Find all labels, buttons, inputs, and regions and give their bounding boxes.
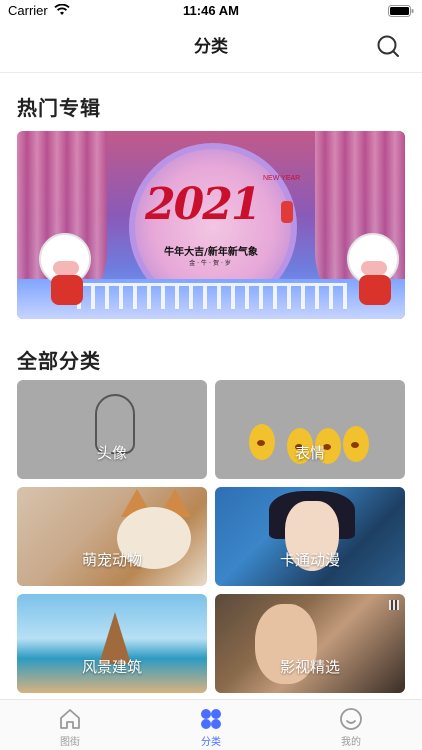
search-icon bbox=[377, 35, 399, 57]
home-icon bbox=[60, 709, 80, 729]
tab-category[interactable]: 分类 bbox=[171, 706, 251, 748]
page-title: 分类 bbox=[194, 37, 228, 57]
category-card-anime[interactable]: 卡通动漫 bbox=[215, 487, 405, 586]
category-card-scenery[interactable]: 风景建筑 bbox=[17, 594, 207, 693]
cow-icon bbox=[347, 233, 399, 305]
banner-art-text: 2021 bbox=[145, 179, 261, 230]
stage-fence bbox=[77, 283, 347, 309]
qr-badge-icon bbox=[389, 600, 399, 610]
category-label: 表情 bbox=[294, 444, 325, 462]
category-card-avatar[interactable]: 头像 bbox=[17, 380, 207, 479]
tab-label: 图街 bbox=[60, 737, 80, 748]
nav-divider bbox=[0, 72, 422, 73]
category-card-emoji[interactable]: 表情 bbox=[215, 380, 405, 479]
tab-bar: 图街 分类 我的 bbox=[0, 699, 422, 750]
tab-home[interactable]: 图街 bbox=[30, 706, 110, 748]
search-button[interactable] bbox=[374, 32, 402, 60]
lantern-icon bbox=[281, 201, 293, 223]
all-categories-title: 全部分类 bbox=[17, 349, 101, 373]
category-label: 头像 bbox=[96, 444, 127, 462]
tab-mine[interactable]: 我的 bbox=[311, 706, 391, 748]
category-card-movies[interactable]: 影视精选 bbox=[215, 594, 405, 693]
grid-icon bbox=[201, 709, 221, 729]
banner-new-year: NEW YEAR bbox=[263, 175, 301, 182]
hot-album-banner[interactable]: 2021 NEW YEAR 牛年大吉/新年新气象 金·牛·贺·岁 bbox=[17, 131, 405, 319]
category-card-pets[interactable]: 萌宠动物 bbox=[17, 487, 207, 586]
profile-icon bbox=[340, 708, 362, 730]
cow-icon bbox=[39, 233, 91, 305]
category-label: 卡通动漫 bbox=[279, 551, 340, 569]
tab-label: 分类 bbox=[201, 737, 221, 748]
battery-icon bbox=[388, 5, 414, 17]
hot-albums-title: 热门专辑 bbox=[17, 96, 101, 120]
category-label: 萌宠动物 bbox=[81, 551, 142, 569]
status-time: 11:46 AM bbox=[183, 3, 239, 18]
category-label: 影视精选 bbox=[279, 658, 340, 676]
category-label: 风景建筑 bbox=[81, 658, 142, 676]
tab-label: 我的 bbox=[341, 737, 361, 748]
status-bar: Carrier 11:46 AM bbox=[0, 0, 422, 24]
